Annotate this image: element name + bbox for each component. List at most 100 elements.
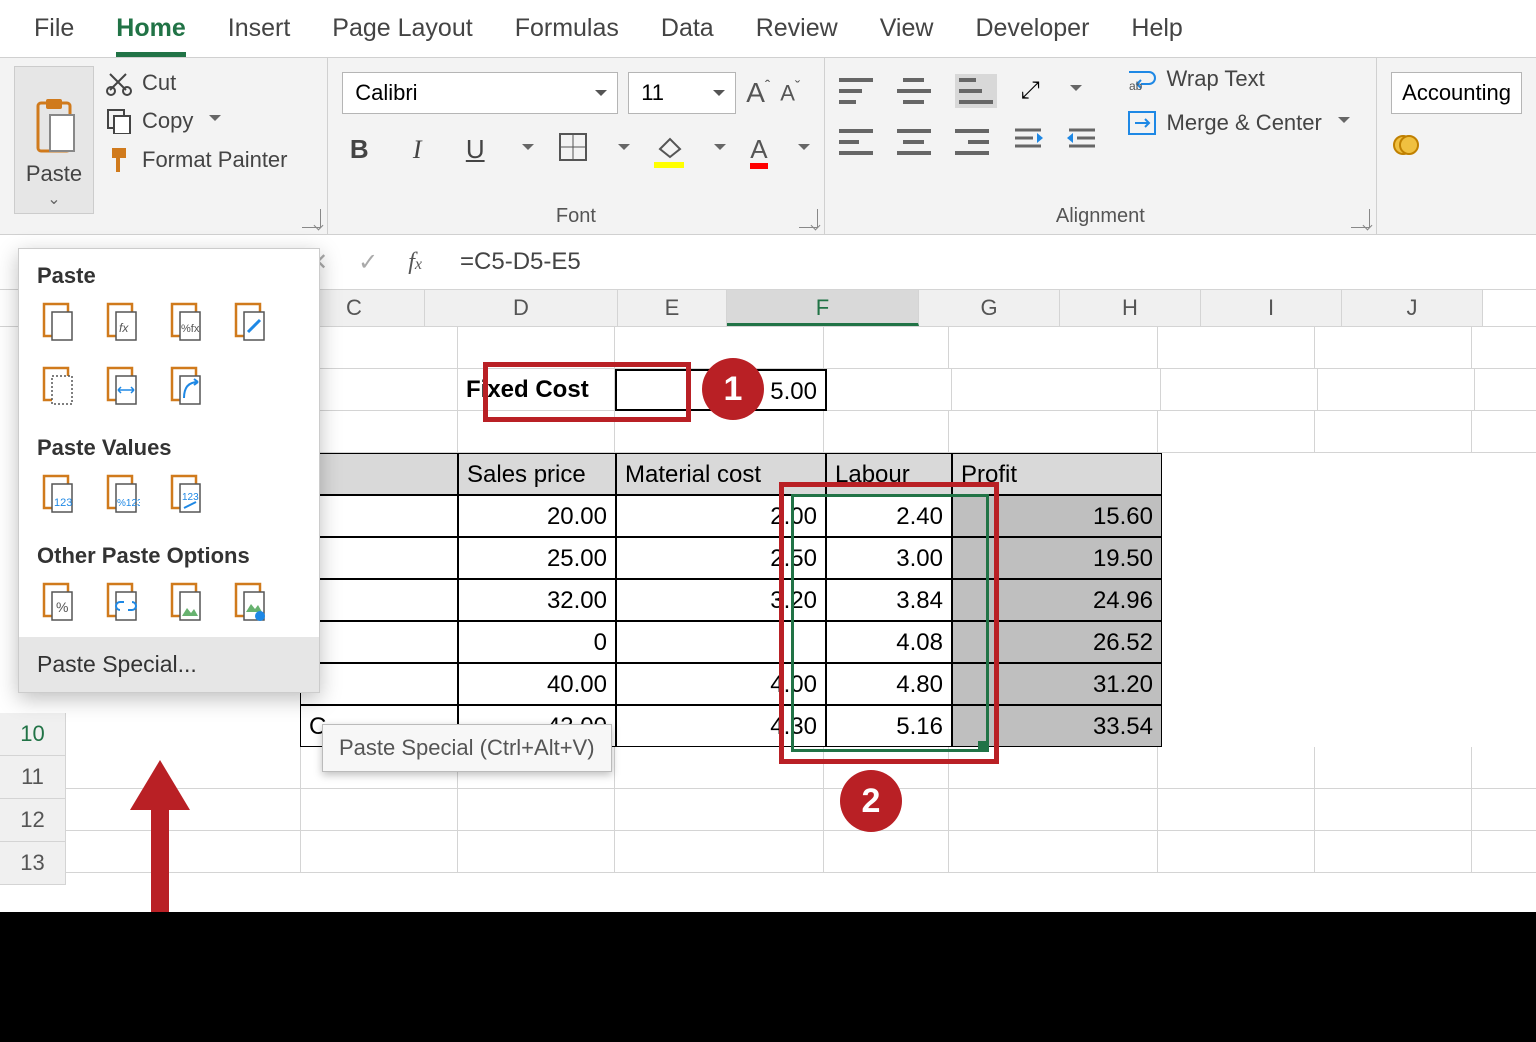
- chevron-down-icon[interactable]: [798, 144, 810, 156]
- cell[interactable]: 2.50: [616, 537, 826, 579]
- paste-values-numfmt-icon[interactable]: %123: [101, 473, 143, 515]
- chevron-down-icon[interactable]: [618, 144, 630, 156]
- tab-insert[interactable]: Insert: [228, 4, 291, 57]
- underline-button[interactable]: U: [458, 134, 492, 165]
- cell[interactable]: Profit: [952, 453, 1162, 495]
- borders-button[interactable]: [558, 132, 588, 167]
- column-header[interactable]: J: [1342, 290, 1483, 326]
- merge-center-button[interactable]: Merge & Center: [1127, 110, 1350, 136]
- cell[interactable]: 20.00: [458, 495, 616, 537]
- paste-formatting-icon[interactable]: %: [37, 581, 79, 623]
- cell[interactable]: Sales price: [458, 453, 616, 495]
- cell[interactable]: [300, 537, 458, 579]
- increase-indent-button[interactable]: [1067, 126, 1097, 157]
- chevron-down-icon[interactable]: [714, 144, 726, 156]
- align-center-button[interactable]: [897, 129, 931, 155]
- paste-all-icon[interactable]: [37, 301, 79, 343]
- tab-review[interactable]: Review: [756, 4, 838, 57]
- column-header[interactable]: H: [1060, 290, 1201, 326]
- fill-color-button[interactable]: [654, 135, 684, 164]
- dialog-launcher-icon[interactable]: [799, 209, 818, 228]
- cell[interactable]: Labour: [826, 453, 952, 495]
- cell[interactable]: [300, 663, 458, 705]
- column-header[interactable]: G: [919, 290, 1060, 326]
- formula-input[interactable]: =C5-D5-E5: [446, 248, 581, 276]
- cell[interactable]: 4.08: [826, 621, 952, 663]
- paste-linked-picture-icon[interactable]: [229, 581, 271, 623]
- paste-no-borders-icon[interactable]: [37, 365, 79, 407]
- cut-button[interactable]: Cut: [106, 70, 288, 96]
- paste-special-menu-item[interactable]: Paste Special...: [19, 637, 319, 692]
- fx-icon[interactable]: fx: [408, 249, 422, 276]
- cell[interactable]: 4.00: [616, 663, 826, 705]
- row-header[interactable]: 12: [0, 799, 66, 842]
- tab-developer[interactable]: Developer: [975, 4, 1089, 57]
- decrease-indent-button[interactable]: [1013, 126, 1043, 157]
- cell[interactable]: 3.84: [826, 579, 952, 621]
- number-format-combo[interactable]: Accounting: [1391, 72, 1522, 114]
- cell[interactable]: 31.20: [952, 663, 1162, 705]
- cell[interactable]: [300, 579, 458, 621]
- font-size-combo[interactable]: 11: [628, 72, 736, 114]
- cell[interactable]: 5.00: [615, 369, 827, 411]
- cell[interactable]: 5.16: [826, 705, 952, 747]
- copy-button[interactable]: Copy: [106, 108, 288, 134]
- font-color-button[interactable]: A: [750, 134, 767, 165]
- paste-picture-icon[interactable]: [165, 581, 207, 623]
- paste-keep-source-fmt-icon[interactable]: [229, 301, 271, 343]
- format-painter-button[interactable]: Format Painter: [106, 146, 288, 174]
- tab-page-layout[interactable]: Page Layout: [332, 4, 472, 57]
- column-header[interactable]: E: [618, 290, 727, 326]
- tab-view[interactable]: View: [880, 4, 934, 57]
- cell[interactable]: 25.00: [458, 537, 616, 579]
- cell[interactable]: 4.80: [826, 663, 952, 705]
- cell[interactable]: 4.30: [616, 705, 826, 747]
- cell[interactable]: [300, 621, 458, 663]
- row-header[interactable]: 13: [0, 842, 66, 885]
- tab-home[interactable]: Home: [116, 4, 185, 57]
- tab-file[interactable]: File: [34, 4, 74, 57]
- column-header[interactable]: F: [727, 290, 919, 326]
- align-right-button[interactable]: [955, 129, 989, 155]
- accounting-format-button[interactable]: [1391, 132, 1421, 163]
- grow-font-button[interactable]: Aˆ: [746, 77, 770, 109]
- orientation-button[interactable]: ⤢: [1021, 77, 1040, 105]
- cell[interactable]: 3.20: [616, 579, 826, 621]
- confirm-icon[interactable]: ✓: [358, 248, 378, 277]
- shrink-font-button[interactable]: Aˇ: [780, 79, 800, 106]
- cell[interactable]: 2.00: [616, 495, 826, 537]
- align-top-button[interactable]: [839, 78, 873, 104]
- tab-help[interactable]: Help: [1131, 4, 1182, 57]
- paste-values-source-fmt-icon[interactable]: 123: [165, 473, 207, 515]
- chevron-down-icon[interactable]: [1070, 85, 1082, 97]
- paste-formulas-numfmt-icon[interactable]: %fx: [165, 301, 207, 343]
- paste-keep-col-width-icon[interactable]: [101, 365, 143, 407]
- chevron-down-icon[interactable]: [522, 144, 534, 156]
- paste-link-icon[interactable]: [101, 581, 143, 623]
- cell[interactable]: 0: [458, 621, 616, 663]
- dialog-launcher-icon[interactable]: [302, 209, 321, 228]
- paste-transpose-icon[interactable]: [165, 365, 207, 407]
- cell[interactable]: 2.40: [826, 495, 952, 537]
- selection-handle[interactable]: [978, 741, 988, 751]
- align-bottom-button[interactable]: [955, 74, 997, 108]
- cell[interactable]: [300, 453, 458, 495]
- cell[interactable]: [616, 621, 826, 663]
- cell[interactable]: 24.96: [952, 579, 1162, 621]
- align-middle-button[interactable]: [897, 78, 931, 104]
- row-header[interactable]: 11: [0, 756, 66, 799]
- italic-button[interactable]: I: [400, 135, 434, 165]
- column-header[interactable]: D: [425, 290, 618, 326]
- bold-button[interactable]: B: [342, 134, 376, 165]
- font-name-combo[interactable]: Calibri: [342, 72, 618, 114]
- paste-button[interactable]: Paste ⌄: [14, 66, 94, 214]
- wrap-text-button[interactable]: ab Wrap Text: [1127, 66, 1350, 92]
- cell[interactable]: 15.60: [952, 495, 1162, 537]
- cell[interactable]: Fixed Cost: [458, 369, 615, 411]
- tab-data[interactable]: Data: [661, 4, 714, 57]
- cell[interactable]: [300, 495, 458, 537]
- tab-formulas[interactable]: Formulas: [515, 4, 619, 57]
- paste-formulas-icon[interactable]: fx: [101, 301, 143, 343]
- cell[interactable]: 19.50: [952, 537, 1162, 579]
- row-header[interactable]: 10: [0, 713, 66, 756]
